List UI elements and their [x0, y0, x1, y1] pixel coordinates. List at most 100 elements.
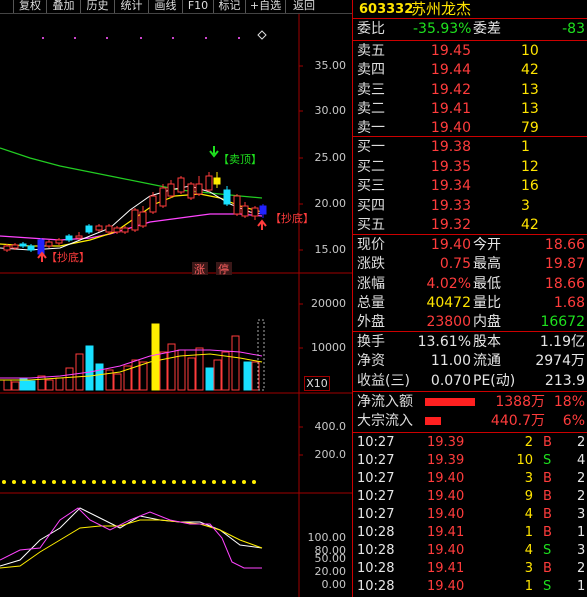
volume-bar	[65, 367, 74, 391]
indicator-dot	[92, 480, 96, 484]
candle-body	[251, 207, 259, 217]
candle-body	[27, 245, 35, 251]
volume-unit: X10	[304, 376, 330, 391]
volume-bar	[187, 357, 196, 391]
candle-body	[205, 175, 213, 191]
candle-body	[187, 183, 195, 199]
toolbar-draw-line[interactable]: 画线	[148, 0, 182, 13]
indicator-dot	[42, 480, 46, 484]
indicator-dot	[82, 480, 86, 484]
indicator-dot	[72, 480, 76, 484]
volume-bar	[37, 375, 46, 391]
indicator-dot	[142, 480, 146, 484]
candle-body	[241, 205, 249, 217]
quote-row: 现价 19.40 今开 18.66	[357, 237, 585, 253]
sell-arrow-icon	[209, 146, 219, 158]
fundamental-row: 收益(三) 0.070 PE(动) 213.9	[357, 372, 585, 389]
toolbar-statistics[interactable]: 统计	[114, 0, 148, 13]
trade-row: 10:27 19.40 4 B 3	[357, 507, 586, 522]
toolbar-f10[interactable]: F10	[182, 0, 213, 13]
volume-bar	[221, 351, 230, 391]
indicator-tick: 100.00	[307, 531, 347, 544]
kdj-k-line	[0, 507, 263, 567]
stock-name: 苏州龙杰	[411, 0, 472, 18]
trade-row: 10:28 19.41 3 B 2	[357, 561, 586, 576]
volume-bar	[3, 379, 12, 391]
toolbar-restore-rights[interactable]: 复权	[13, 0, 46, 13]
indicator-dot	[172, 480, 176, 484]
indicator-dot	[122, 480, 126, 484]
indicator-dot	[62, 480, 66, 484]
toolbar-back[interactable]: 返回	[285, 0, 322, 13]
candle-body	[139, 211, 147, 227]
trade-row: 10:27 19.39 2 B 2	[357, 435, 586, 450]
volume-bar	[75, 353, 84, 391]
quote-row: 涨幅 4.02% 最低 18.66	[357, 275, 585, 292]
candle-body	[223, 189, 231, 205]
weibi-row: 委比 -35.93% 委差 -83	[357, 21, 585, 37]
indicator-tick: 20.00	[314, 565, 347, 578]
stock-code: 603332	[359, 2, 414, 17]
flow-bar	[425, 417, 441, 425]
indicator-dot	[2, 480, 6, 484]
indicator-dot	[102, 480, 106, 484]
indicator-tick: 0.00	[321, 578, 347, 591]
candle-body	[259, 205, 267, 215]
volume-bar	[131, 359, 140, 391]
volume-bar	[243, 361, 252, 391]
indicator-dot	[52, 480, 56, 484]
price-tick: 35.00	[314, 59, 347, 72]
indicator-dot	[22, 480, 26, 484]
ask-row: 卖三 19.42 13	[357, 81, 539, 98]
indicator-dot	[182, 480, 186, 484]
ma20-line	[0, 213, 263, 241]
sell-top-label: 【卖顶】	[218, 153, 262, 166]
volume-tick: 20000	[311, 297, 346, 310]
bid-row: 买三 19.34 16	[357, 178, 539, 194]
candle-body	[131, 209, 139, 231]
trade-row: 10:28 19.41 1 B 1	[357, 525, 586, 540]
quote-panel: 603332 苏州龙杰 委比 -35.93% 委差 -83 卖五 19.45 10 卖…	[352, 0, 587, 597]
toolbar-overlay[interactable]: 叠加	[46, 0, 80, 13]
kdj-d-line	[0, 519, 263, 569]
indicator-dot	[132, 480, 136, 484]
candle-body	[177, 177, 185, 193]
indicator-dot	[112, 480, 116, 484]
indicator-dot	[192, 480, 196, 484]
fundamental-row: 净资 11.00 流通 2974万	[357, 353, 585, 370]
flow-bar	[425, 398, 475, 406]
candle-body	[113, 227, 121, 233]
indicator-tick: 400.0	[314, 420, 347, 433]
price-tick: 30.00	[314, 104, 347, 117]
toolbar-mark[interactable]: 标记	[213, 0, 245, 13]
candle-body	[121, 227, 129, 233]
trade-row: 10:27 19.40 9 B 2	[357, 489, 586, 504]
volume-tick: 10000	[311, 341, 346, 354]
volume-bar	[205, 367, 214, 391]
indicator-dot	[212, 480, 216, 484]
toolbar-history[interactable]: 历史	[80, 0, 114, 13]
bid-row: 买一 19.38 1	[357, 139, 530, 155]
candle-body	[159, 187, 167, 207]
price-tick: 15.00	[314, 243, 347, 256]
volume-bar	[55, 377, 64, 391]
candle-body	[233, 195, 241, 215]
candle-body	[213, 177, 221, 185]
quote-row: 涨跌 0.75 最高 19.87	[357, 256, 585, 273]
diamond-icon	[257, 30, 267, 40]
bottom-label-2: 【抄底】	[270, 211, 314, 225]
trade-row: 10:27 19.39 10 S 4	[357, 453, 586, 468]
bid-row: 买四 19.33 3	[357, 197, 530, 214]
indicator-dot	[12, 480, 16, 484]
volume-bar	[113, 373, 122, 391]
toolbar-add-watchlist[interactable]: +自选	[245, 0, 285, 13]
price-tick: 25.00	[314, 151, 347, 164]
indicator-dot	[222, 480, 226, 484]
stock-header: 603332 苏州龙杰	[353, 0, 587, 18]
indicator-dot	[162, 480, 166, 484]
volume-bar	[45, 379, 54, 391]
bid-row: 买二 19.35 12	[357, 158, 539, 175]
candle-body	[55, 239, 63, 244]
bottom-label-1: 【抄底】	[46, 250, 90, 264]
